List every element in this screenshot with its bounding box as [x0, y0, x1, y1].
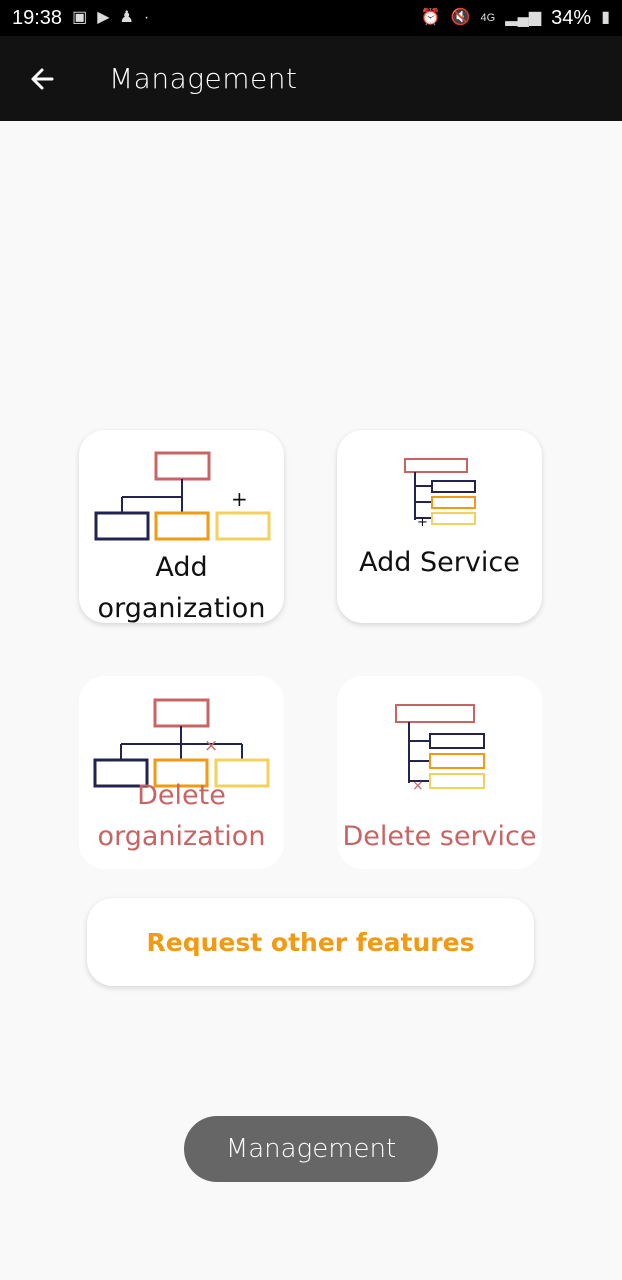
svg-text:+: + — [231, 487, 248, 511]
battery-percent: 34% — [551, 6, 592, 29]
back-arrow-icon — [31, 68, 54, 89]
request-features-button[interactable]: Request other features — [87, 898, 534, 986]
add-organization-card[interactable]: + Add organization — [79, 430, 284, 623]
mute-icon: 🔇 — [450, 9, 471, 26]
dot-icon: · — [143, 9, 150, 26]
network-type: 4G — [480, 11, 496, 24]
status-bar: 19:38 ▣ ▶ ♟ · ⏰ 🔇 4G ▂▄▆ 34% ▮ — [0, 0, 622, 36]
svg-text:×: × — [412, 778, 424, 794]
alarm-icon: ⏰ — [420, 9, 441, 26]
battery-icon: ▮ — [601, 9, 610, 26]
back-button[interactable] — [15, 52, 69, 106]
delete-service-card[interactable]: × Delete service — [337, 676, 542, 869]
notification-icon: ♟ — [119, 9, 134, 26]
signal-icon: ▂▄▆ — [505, 9, 542, 26]
toast-message: Management — [184, 1116, 438, 1182]
image-icon: ▣ — [72, 9, 88, 26]
delete-organization-label: Delete organization — [97, 780, 266, 852]
delete-service-tree-icon: × — [395, 704, 485, 794]
youtube-icon: ▶ — [97, 9, 110, 26]
add-organization-label: Add organization — [97, 552, 266, 623]
svg-text:×: × — [204, 736, 218, 756]
svg-text:+: + — [417, 515, 428, 530]
delete-organization-card[interactable]: × Delete organization — [79, 676, 284, 869]
add-service-card[interactable]: + Add Service — [337, 430, 542, 623]
add-service-label: Add Service — [359, 547, 520, 578]
status-time: 19:38 — [12, 6, 63, 29]
app-bar: Management — [0, 36, 622, 121]
page-title: Management — [109, 62, 298, 95]
add-org-chart-icon: + — [94, 451, 271, 541]
add-service-tree-icon: + — [404, 458, 476, 530]
request-features-label: Request other features — [146, 927, 475, 957]
delete-service-label: Delete service — [342, 821, 537, 852]
